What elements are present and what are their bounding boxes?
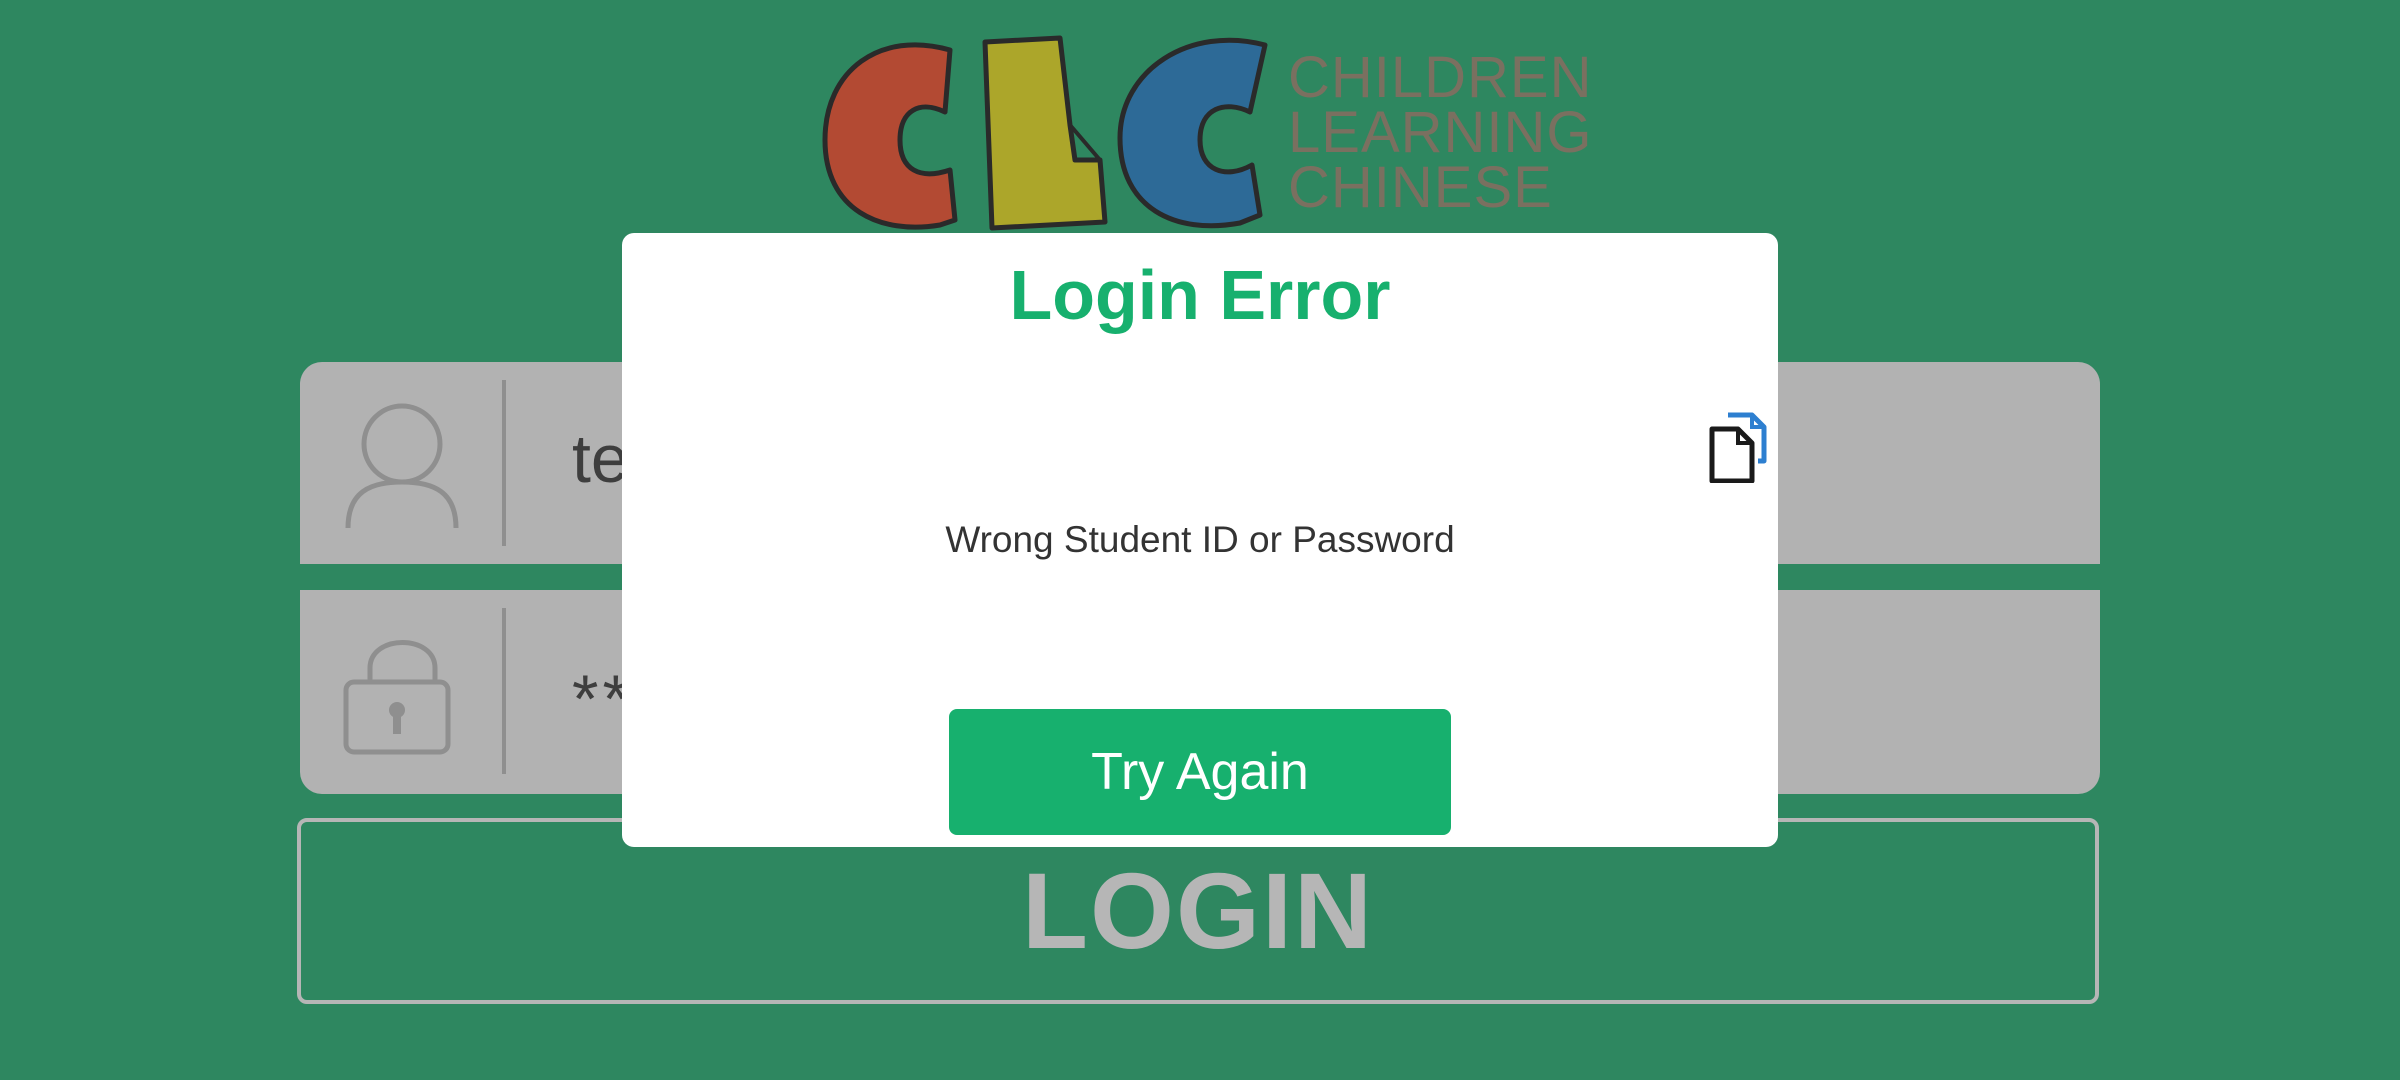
field-divider xyxy=(502,380,506,546)
logo-line-3: CHINESE xyxy=(1288,155,1553,220)
field-divider xyxy=(502,608,506,774)
logo-line-2: LEARNING xyxy=(1288,100,1593,165)
dialog-title: Login Error xyxy=(1009,256,1391,334)
dialog-message: Wrong Student ID or Password xyxy=(945,519,1455,560)
login-error-dialog: Login Error Wrong Student ID or Password… xyxy=(622,233,1778,847)
logo-tagline: CHILDREN LEARNING CHINESE xyxy=(1288,45,1593,220)
logo-line-1: CHILDREN xyxy=(1288,45,1593,110)
copy-icon[interactable] xyxy=(1708,411,1770,484)
student-id-value[interactable]: te xyxy=(572,420,629,498)
app-logo: CHILDREN LEARNING CHINESE xyxy=(820,30,1600,235)
lock-icon xyxy=(340,626,465,756)
clc-logo-letters-icon xyxy=(822,35,1268,231)
user-icon xyxy=(340,400,465,530)
try-again-button[interactable]: Try Again xyxy=(949,709,1451,835)
